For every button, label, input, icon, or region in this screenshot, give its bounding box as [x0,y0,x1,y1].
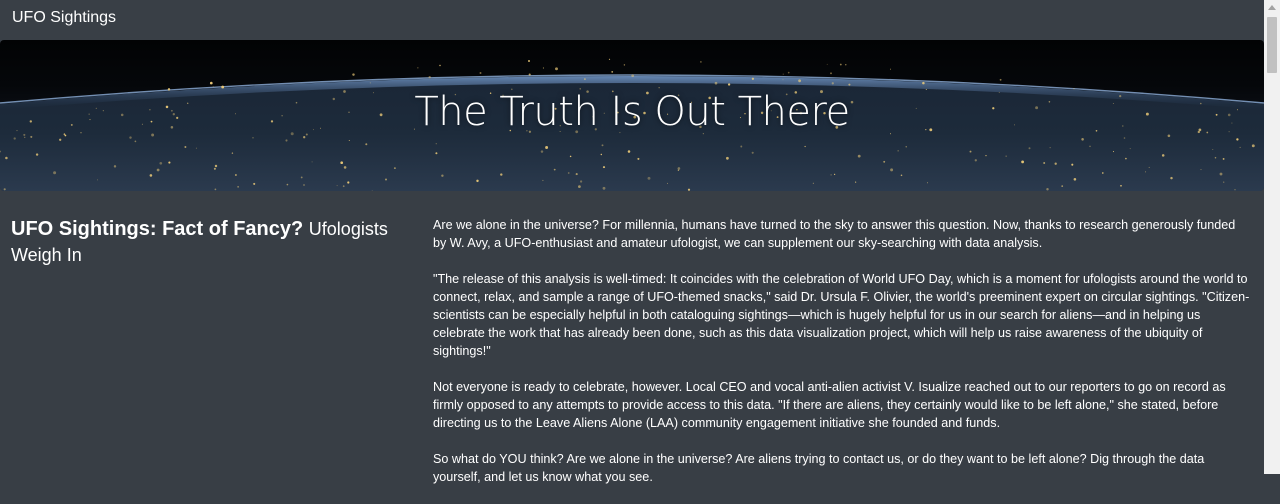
article-paragraph: Are we alone in the universe? For millen… [433,218,1236,250]
article-paragraph: Not everyone is ready to celebrate, howe… [433,380,1226,430]
article-paragraph: So what do YOU think? Are we alone in th… [433,452,1205,484]
scroll-up-arrow-icon[interactable] [1268,5,1276,10]
article-heading-column: UFO Sightings: Fact of Fancy? Ufologists… [11,216,411,268]
article-heading-main: UFO Sightings: Fact of Fancy? [11,218,304,240]
article-body: Are we alone in the universe? For millen… [433,216,1251,504]
article-heading: UFO Sightings: Fact of Fancy? Ufologists… [11,216,411,268]
navbar-brand-link[interactable]: UFO Sightings [12,9,116,27]
vertical-scrollbar[interactable] [1264,0,1280,474]
article-paragraph: "The release of this analysis is well-ti… [433,272,1250,358]
page: UFO Sightings The Truth Is Out There UFO… [0,0,1264,484]
hero-banner: The Truth Is Out There [0,40,1264,191]
hero-title: The Truth Is Out There [414,89,850,135]
navbar: UFO Sightings [0,0,1264,40]
scrollbar-thumb[interactable] [1267,17,1277,73]
